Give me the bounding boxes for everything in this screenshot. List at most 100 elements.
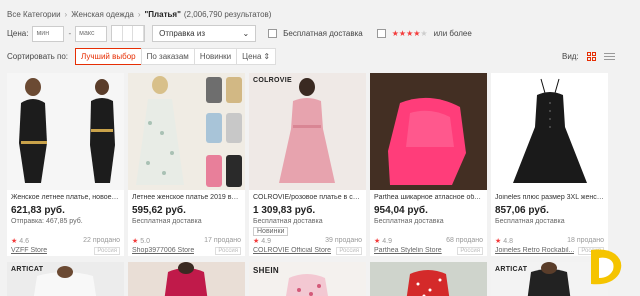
price-label: Цена: [7,29,29,38]
chevron-down-icon: ⌄ [242,29,250,38]
rating-suffix: или более [433,29,472,38]
product-image[interactable] [128,73,245,190]
star-icon: ★ [11,238,18,245]
product-store-row: COLROVIE Official Store Россия [253,247,362,255]
product-meta: ★ 5.0 17 продано [132,237,241,245]
image-brand-tag: ARTICAT [495,266,528,273]
product-shipping: Отправка: 467,85 руб. [11,218,83,225]
product-image[interactable] [370,73,487,190]
product-grid: Женское летнее платье, новое О... 621,83… [7,73,608,256]
price-min-input[interactable] [32,25,65,42]
price-dash: - [68,29,72,38]
store-link[interactable]: Shop3977006 Store [132,247,194,255]
sort-orders[interactable]: По заказам [140,48,195,65]
rating-filter[interactable]: ★★★★★ или более [376,29,472,38]
product-price: 857,06 руб. [495,205,549,216]
chevron-right-icon: › [64,10,68,19]
free-shipping-checkbox[interactable] [268,29,278,38]
image-brand-tag: SHEIN [253,266,279,275]
star-icon: ★ [132,238,139,245]
store-link[interactable]: Parthea Stylelin Store [374,247,442,255]
store-link[interactable]: Joineles Retro Rockabil... [495,247,574,255]
star-icon: ★ [253,238,260,245]
product-card[interactable]: COLROVIE COLROVIE/розовое платье в стил.… [249,73,366,256]
store-link[interactable]: VZFF Store [11,247,47,255]
product-orders: 22 продано [83,237,120,244]
free-shipping-filter[interactable]: Бесплатная доставка [268,29,363,38]
product-store-row: Parthea Stylelin Store Россия [374,247,483,255]
breadcrumb-current: "Платья" [144,10,181,19]
product-price: 954,04 руб. [374,205,428,216]
product-price: 1 309,83 руб. [253,205,316,216]
country-badge: Россия [94,247,120,255]
star-icon: ★ [495,238,502,245]
product-price: 595,62 руб. [132,205,186,216]
sort-arrow-icon: ⇕ [263,52,271,61]
new-badge: Новинки [253,227,289,236]
price-max-input[interactable] [75,25,108,42]
product-title[interactable]: Летнее женское платье 2019 вин... [132,194,241,201]
helper-logo-icon[interactable] [585,240,631,290]
product-rating: ★ 4.9 [374,238,392,245]
product-title[interactable]: Parthea шикарное атласное обле... [374,194,483,201]
product-card[interactable] [370,262,487,296]
product-image[interactable]: COLROVIE [249,73,366,190]
product-rating: ★ 4.6 [11,238,29,245]
product-card[interactable]: Женское летнее платье, новое О... 621,83… [7,73,124,256]
product-shipping: Бесплатная доставка [495,218,565,225]
product-card[interactable] [128,262,245,296]
image-brand-tag: ARTICAT [11,266,44,273]
ship-from-label: Отправка из [159,29,205,38]
sort-price[interactable]: Цена ⇕ [236,48,277,65]
product-card[interactable]: Летнее женское платье 2019 вин... 595,62… [128,73,245,256]
price-apply-box[interactable] [111,25,146,42]
product-meta: ★ 4.6 22 продано [11,237,120,245]
product-title[interactable]: Joineles плюс размер 3XL женско... [495,194,604,201]
breadcrumb-all-categories[interactable]: Все Категории [7,10,61,19]
product-store-row: Shop3977006 Store Россия [132,247,241,255]
sort-row: Сортировать по: Лучший выбор По заказам … [7,48,277,65]
rating-checkbox[interactable] [376,29,386,38]
product-orders: 39 продано [325,237,362,244]
sort-label: Сортировать по: [7,52,69,61]
country-badge: Россия [215,247,241,255]
country-badge: Россия [457,247,483,255]
product-rating: ★ 5.0 [132,238,150,245]
product-meta: ★ 4.9 68 продано [374,237,483,245]
sort-best-match[interactable]: Лучший выбор [75,48,142,65]
product-grid-row-2: ARTICAT SHEIN ARTICAT [7,262,608,296]
product-card[interactable]: Parthea шикарное атласное обле... 954,04… [370,73,487,256]
product-rating: ★ 4.8 [495,238,513,245]
star-icon: ★ [374,238,381,245]
product-orders: 68 продано [446,237,483,244]
list-view-icon[interactable] [603,53,615,60]
view-switch: Вид: [562,52,615,61]
product-image[interactable] [7,73,124,190]
product-shipping: Бесплатная доставка [253,218,323,225]
product-title[interactable]: Женское летнее платье, новое О... [11,194,120,201]
sort-newest[interactable]: Новинки [193,48,238,65]
product-card[interactable]: Joineles плюс размер 3XL женско... 857,0… [491,73,608,256]
product-rating: ★ 4.9 [253,238,271,245]
free-shipping-label: Бесплатная доставка [283,29,363,38]
grid-view-icon[interactable] [586,52,596,61]
country-badge: Россия [336,247,362,255]
product-title[interactable]: COLROVIE/розовое платье в стил... [253,194,362,201]
product-card[interactable]: SHEIN [249,262,366,296]
rating-stars-icon: ★★★★★ [391,29,428,38]
chevron-right-icon: › [137,10,141,19]
product-store-row: VZFF Store Россия [11,247,120,255]
image-brand-tag: COLROVIE [253,77,292,84]
product-image[interactable] [491,73,608,190]
ship-from-select[interactable]: Отправка из ⌄ [152,25,257,42]
product-orders: 17 продано [204,237,241,244]
product-meta: ★ 4.9 39 продано [253,237,362,245]
breadcrumb: Все Категории › Женская одежда › "Платья" (2,… [7,10,271,19]
product-shipping: Бесплатная доставка [132,218,202,225]
product-price: 621,83 руб. [11,205,65,216]
breadcrumb-womens-clothing[interactable]: Женская одежда [71,10,134,19]
store-link[interactable]: COLROVIE Official Store [253,247,331,255]
result-count: (2,006,790 результатов) [183,10,272,19]
product-card[interactable]: ARTICAT [7,262,124,296]
product-shipping: Бесплатная доставка [374,218,444,225]
